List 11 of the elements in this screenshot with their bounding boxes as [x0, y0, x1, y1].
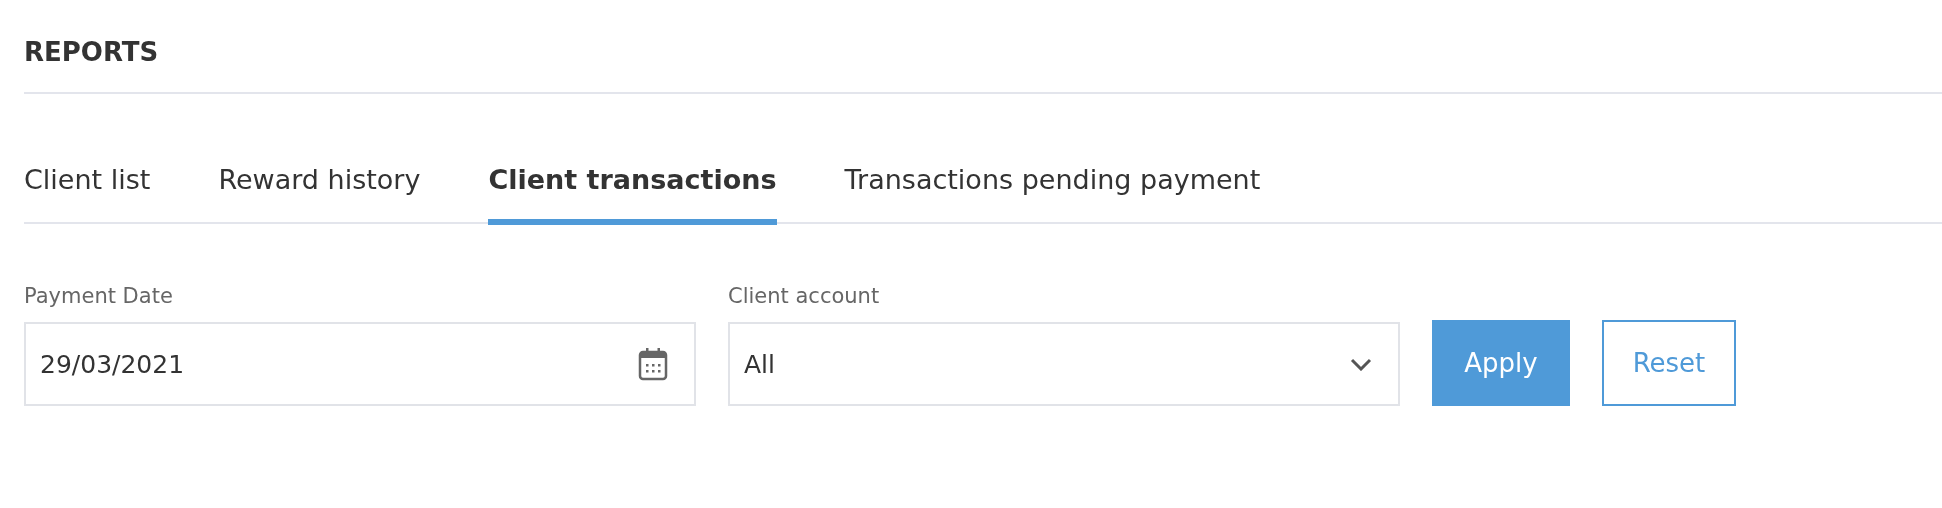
tab[interactable]: Transactions pending payment: [844, 164, 1261, 225]
field-label: Client account: [728, 284, 881, 308]
tab[interactable]: Client list: [24, 164, 151, 225]
chevron-down-icon: [1350, 357, 1372, 371]
date-field[interactable]: 29/03/2021: [24, 322, 696, 406]
field-label: Payment Date: [24, 284, 174, 308]
dropdown[interactable]: All: [728, 322, 1400, 406]
tab[interactable]: Client transactions: [488, 164, 777, 225]
calendar-icon: [638, 347, 668, 381]
page-title: REPORTS: [24, 36, 160, 69]
tab[interactable]: Reward history: [218, 164, 421, 225]
